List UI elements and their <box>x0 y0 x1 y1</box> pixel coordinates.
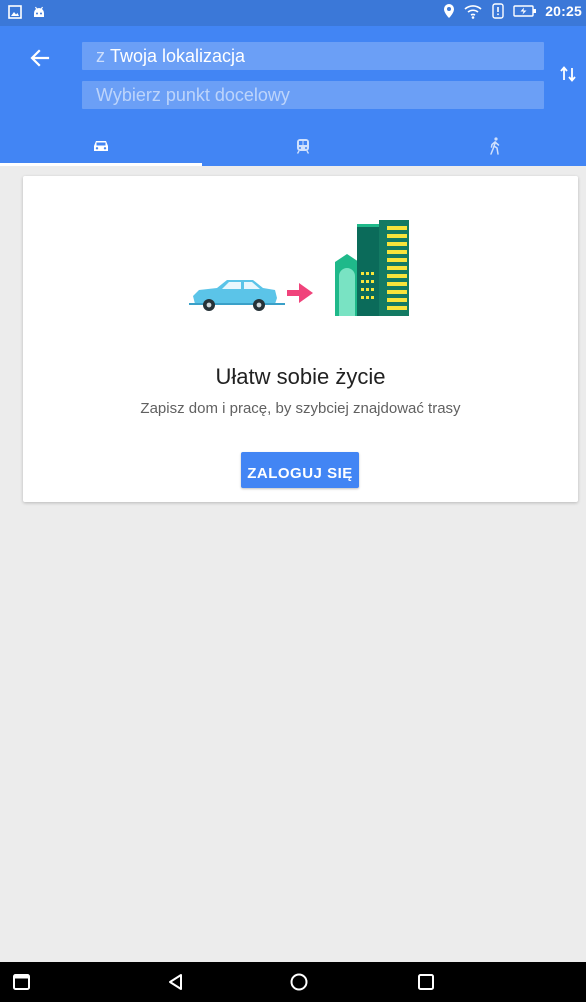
car-icon <box>94 141 108 151</box>
car-to-city-illustration <box>189 220 409 316</box>
tab-driving[interactable] <box>0 126 202 166</box>
back-triangle-icon[interactable] <box>164 970 188 994</box>
walk-icon <box>490 137 500 155</box>
city-buildings-icon <box>335 220 409 316</box>
back-arrow-icon[interactable] <box>26 44 54 72</box>
overview-square-icon[interactable] <box>414 970 438 994</box>
origin-value: Twoja lokalizacja <box>110 45 246 66</box>
origin-prefix: z <box>96 45 105 66</box>
pink-arrow-icon <box>287 283 313 303</box>
destination-input[interactable] <box>96 84 544 106</box>
origin-field[interactable]: z Twoja lokalizacja <box>82 42 544 70</box>
swap-directions-icon[interactable] <box>558 62 578 86</box>
wifi-icon <box>464 5 482 19</box>
home-circle-icon[interactable] <box>287 970 311 994</box>
travel-mode-tabs <box>0 126 586 166</box>
car-illustration-icon <box>189 280 285 311</box>
clock: 20:25 <box>545 3 582 19</box>
system-navigation-bar <box>0 962 586 1002</box>
destination-field[interactable] <box>82 81 544 109</box>
card-title: Ułatw sobie życie <box>215 364 386 389</box>
status-bar-right: 20:25 <box>443 3 582 19</box>
sign-in-button[interactable]: ZALOGUJ SIĘ <box>241 452 359 488</box>
card-subtitle: Zapisz dom i pracę, by szybciej znajdowa… <box>140 400 461 417</box>
gallery-icon <box>8 5 22 19</box>
directions-header: z Twoja lokalizacja <box>0 26 586 166</box>
notification-icon <box>492 3 504 19</box>
transit-icon <box>296 139 310 154</box>
tab-transit[interactable] <box>202 126 404 166</box>
battery-charging-icon <box>513 5 537 17</box>
android-icon <box>34 6 44 17</box>
location-icon <box>444 4 455 18</box>
status-bar-left <box>8 5 46 19</box>
status-bar: 20:25 <box>0 0 586 26</box>
selected-tab-indicator <box>0 163 202 166</box>
sign-in-card: Ułatw sobie życie Zapisz dom i pracę, by… <box>23 176 578 502</box>
recents-square-icon[interactable] <box>10 970 34 994</box>
tab-walking[interactable] <box>404 126 586 166</box>
